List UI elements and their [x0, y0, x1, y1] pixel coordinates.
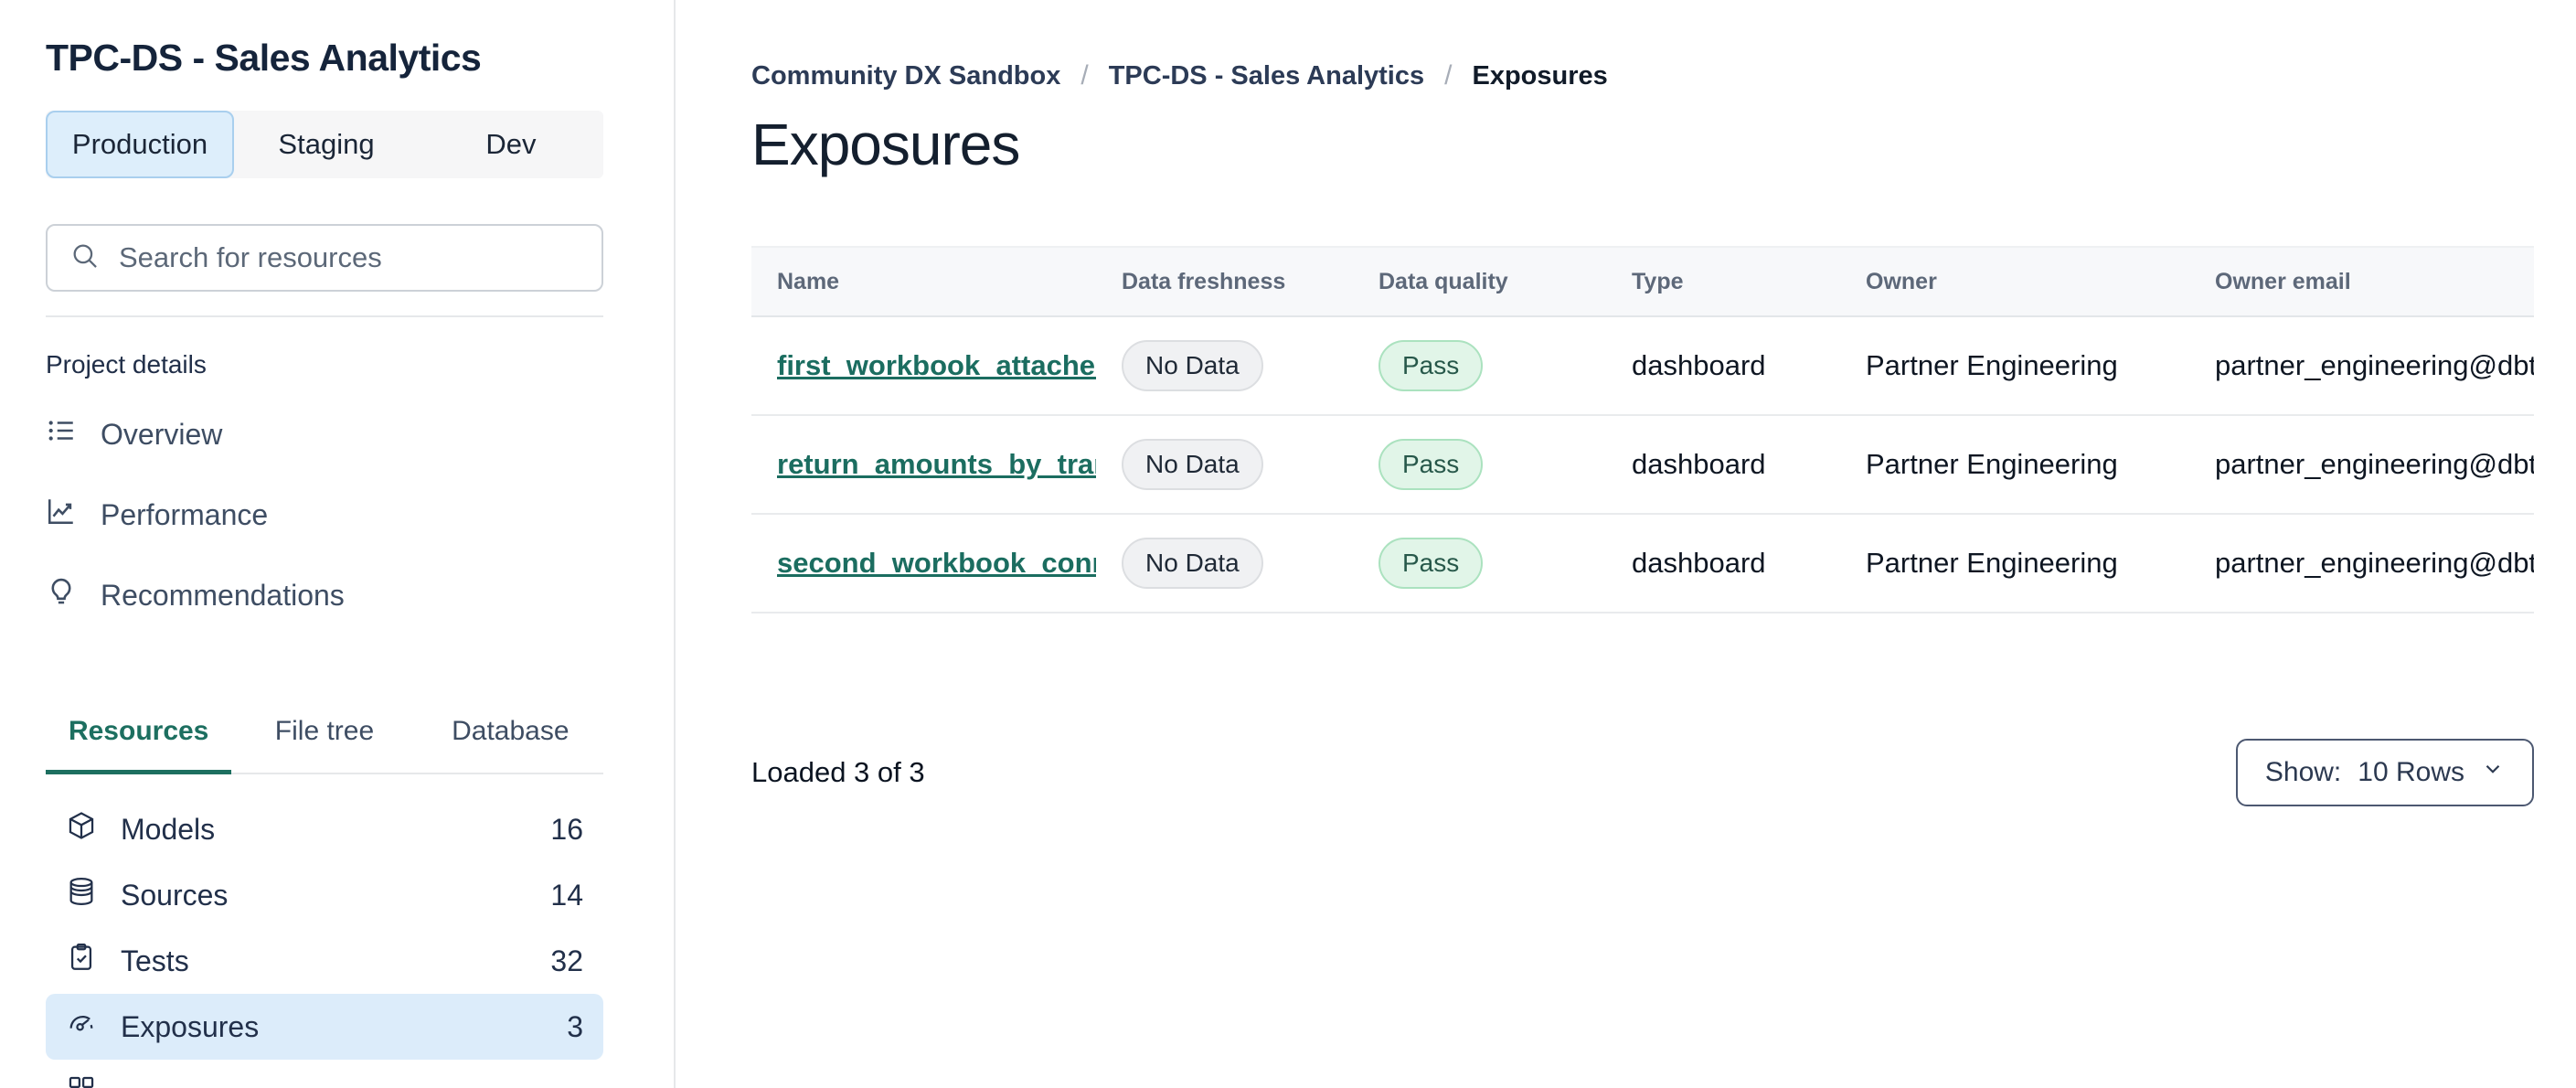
- project-nav: Overview Performance Recommendations: [46, 394, 603, 635]
- sidebar-item-performance[interactable]: Performance: [46, 475, 603, 555]
- tab-staging[interactable]: Staging: [234, 111, 419, 178]
- environment-tabs: Production Staging Dev: [46, 111, 603, 178]
- sidebar-item-models[interactable]: Models 16: [46, 796, 603, 862]
- type-cell: dashboard: [1632, 448, 1766, 480]
- type-cell: dashboard: [1632, 349, 1766, 381]
- sidebar-item-recommendations[interactable]: Recommendations: [46, 555, 603, 635]
- grid-icon: [66, 1073, 97, 1088]
- resource-count: 14: [550, 878, 583, 912]
- tab-dev[interactable]: Dev: [419, 111, 603, 178]
- loaded-status: Loaded 3 of 3: [751, 756, 925, 788]
- sidebar-divider: [46, 315, 603, 317]
- lightbulb-icon: [46, 576, 77, 614]
- sidebar-item-label: Exposures: [121, 1009, 260, 1043]
- owner-cell: Partner Engineering: [1866, 448, 2118, 480]
- owner-email-cell: partner_engineering@dbt…: [2215, 349, 2534, 381]
- main-panel: Community DX Sandbox / TPC-DS - Sales An…: [751, 0, 2576, 1088]
- table-row: return_amounts_by_tran… No Data Pass das…: [751, 415, 2534, 514]
- line-chart-icon: [46, 496, 77, 534]
- tab-resources[interactable]: Resources: [46, 716, 232, 774]
- show-value: 10 Rows: [2358, 757, 2464, 787]
- col-header-owner: Owner: [1866, 268, 1937, 294]
- col-header-data-freshness: Data freshness: [1122, 268, 1286, 294]
- resource-count: 32: [550, 944, 583, 977]
- owner-email-cell: partner_engineering@dbt…: [2215, 547, 2534, 579]
- sidebar-item-label: Overview: [101, 417, 223, 451]
- sidebar-item-partial[interactable]: [46, 1060, 603, 1088]
- cube-icon: [66, 810, 97, 848]
- resource-list: Models 16 Sources 14 Tests 32 Exposures …: [46, 796, 603, 1088]
- project-details-label: Project details: [46, 350, 207, 379]
- quality-badge: Pass: [1378, 538, 1484, 589]
- resource-count: 3: [567, 1009, 583, 1043]
- resource-view-tabs: Resources File tree Database: [46, 716, 603, 774]
- rows-per-page-dropdown[interactable]: Show: 10 Rows: [2235, 739, 2534, 806]
- project-sidebar: TPC-DS - Sales Analytics Production Stag…: [0, 0, 676, 1088]
- sidebar-item-label: Recommendations: [101, 578, 345, 612]
- chevron-down-icon: [2481, 757, 2505, 788]
- sidebar-item-overview[interactable]: Overview: [46, 394, 603, 475]
- owner-cell: Partner Engineering: [1866, 349, 2118, 381]
- breadcrumb-current: Exposures: [1472, 60, 1608, 91]
- clipboard-check-icon: [66, 942, 97, 980]
- resource-count: 16: [550, 812, 583, 846]
- gauge-icon: [66, 1008, 97, 1046]
- breadcrumb: Community DX Sandbox / TPC-DS - Sales An…: [751, 60, 2534, 91]
- breadcrumb-separator: /: [1444, 60, 1453, 91]
- freshness-badge: No Data: [1122, 340, 1263, 391]
- col-header-name: Name: [777, 268, 840, 294]
- sidebar-item-tests[interactable]: Tests 32: [46, 928, 603, 994]
- tab-file-tree[interactable]: File tree: [231, 716, 417, 773]
- exposure-link[interactable]: second_workbook_conn…: [777, 547, 1096, 579]
- quality-badge: Pass: [1378, 340, 1484, 391]
- breadcrumb-project[interactable]: TPC-DS - Sales Analytics: [1109, 61, 1424, 91]
- database-icon: [66, 876, 97, 914]
- col-header-data-quality: Data quality: [1378, 268, 1508, 294]
- freshness-badge: No Data: [1122, 538, 1263, 589]
- exposure-link[interactable]: first_workbook_attached…: [777, 349, 1096, 381]
- sidebar-item-label: Performance: [101, 497, 269, 531]
- owner-email-cell: partner_engineering@dbt…: [2215, 448, 2534, 480]
- page-title: Exposures: [751, 112, 1020, 177]
- quality-badge: Pass: [1378, 439, 1484, 490]
- sidebar-item-label: Tests: [121, 944, 189, 977]
- breadcrumb-account[interactable]: Community DX Sandbox: [751, 61, 1060, 91]
- table-header-row: Name Data freshness Data quality Type Ow…: [751, 247, 2534, 316]
- show-label: Show:: [2264, 757, 2342, 787]
- list-icon: [46, 415, 77, 453]
- sidebar-item-label: Sources: [121, 878, 229, 912]
- project-title: TPC-DS - Sales Analytics: [46, 37, 482, 79]
- tab-production[interactable]: Production: [46, 111, 234, 178]
- owner-cell: Partner Engineering: [1866, 547, 2118, 579]
- search-icon: [69, 240, 101, 276]
- col-header-type: Type: [1632, 268, 1684, 294]
- type-cell: dashboard: [1632, 547, 1766, 579]
- sidebar-item-sources[interactable]: Sources 14: [46, 862, 603, 928]
- table-row: second_workbook_conn… No Data Pass dashb…: [751, 514, 2534, 613]
- sidebar-item-label: Models: [121, 812, 216, 846]
- resource-search[interactable]: [46, 224, 603, 292]
- table-footer: Loaded 3 of 3 Show: 10 Rows: [751, 739, 2534, 806]
- sidebar-item-exposures[interactable]: Exposures 3: [46, 994, 603, 1060]
- tab-database[interactable]: Database: [418, 716, 603, 773]
- exposure-link[interactable]: return_amounts_by_tran…: [777, 448, 1096, 480]
- col-header-owner-email: Owner email: [2215, 268, 2351, 294]
- table-row: first_workbook_attached… No Data Pass da…: [751, 316, 2534, 415]
- search-input[interactable]: [119, 241, 580, 274]
- exposures-table: Name Data freshness Data quality Type Ow…: [751, 246, 2534, 613]
- breadcrumb-separator: /: [1080, 60, 1089, 91]
- freshness-badge: No Data: [1122, 439, 1263, 490]
